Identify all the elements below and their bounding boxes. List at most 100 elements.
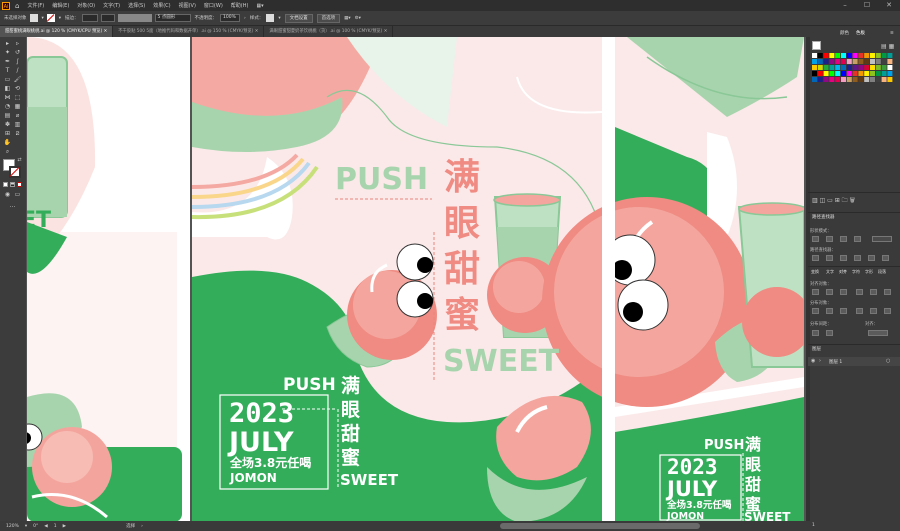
color-swatch[interactable]	[887, 53, 893, 58]
color-swatch[interactable]	[870, 71, 875, 76]
color-swatch[interactable]	[881, 77, 887, 82]
color-swatch[interactable]	[823, 53, 829, 58]
pen-tool-icon[interactable]: ✒	[3, 57, 12, 66]
color-swatch[interactable]	[841, 77, 846, 82]
color-swatch[interactable]	[835, 59, 841, 64]
color-swatch[interactable]	[841, 65, 846, 70]
panel-menu-icon[interactable]: ≡	[890, 30, 894, 38]
align-vcenter-button[interactable]	[870, 289, 877, 295]
color-swatch[interactable]	[817, 77, 823, 82]
color-swatch[interactable]	[858, 65, 864, 70]
fill-swatch[interactable]	[29, 14, 38, 22]
color-swatch[interactable]	[846, 53, 852, 58]
tab-doc-1[interactable]: 甜甜蜜桃满眼桃桃.ai @ 120 % (CMYK/CPU 预览) ✕	[0, 26, 114, 37]
align-hcenter-button[interactable]	[826, 289, 833, 295]
stroke-weight-input[interactable]	[81, 14, 98, 22]
eyedropper-tool-icon[interactable]: ⌀	[13, 111, 22, 120]
unite-button[interactable]	[812, 236, 819, 242]
selection-tool-icon[interactable]: ▸	[3, 39, 12, 48]
distribute-left-button[interactable]	[856, 308, 863, 314]
color-swatch[interactable]	[846, 59, 852, 64]
color-swatch[interactable]	[841, 53, 846, 58]
panel-tab-paragraph[interactable]: 段落	[878, 268, 886, 276]
perspective-grid-tool-icon[interactable]: ▦	[13, 102, 22, 111]
color-swatch[interactable]	[864, 65, 870, 70]
chevron-down-icon[interactable]: ▾	[25, 524, 27, 529]
color-mode-icon[interactable]	[3, 182, 8, 187]
tab-doc-3[interactable]: 满眼甜蜜甜夏奶茶饮桃桃（货）.ai @ 100 % (CMYK/预览) ✕	[264, 26, 394, 37]
menu-edit[interactable]: 编辑(E)	[52, 2, 69, 9]
color-swatch[interactable]	[846, 65, 852, 70]
color-swatch[interactable]	[852, 77, 858, 82]
distribute-bottom-button[interactable]	[840, 308, 847, 314]
color-swatch[interactable]	[875, 59, 881, 64]
color-swatch[interactable]	[864, 53, 870, 58]
color-swatch[interactable]	[864, 59, 870, 64]
panel-tab-swatches[interactable]: 色板	[856, 30, 865, 38]
merge-button[interactable]	[840, 255, 847, 261]
exclude-button[interactable]	[854, 236, 861, 242]
color-swatch[interactable]	[823, 65, 829, 70]
color-swatch[interactable]	[858, 77, 864, 82]
none-mode-icon[interactable]	[17, 182, 22, 187]
type-tool-icon[interactable]: T	[3, 66, 12, 75]
expand-button[interactable]	[872, 236, 892, 242]
panel-tab-transform[interactable]: 变换	[811, 268, 819, 276]
color-swatch[interactable]	[835, 65, 841, 70]
color-swatch[interactable]	[817, 65, 823, 70]
menu-file[interactable]: 文件(F)	[27, 2, 44, 9]
distribute-top-button[interactable]	[812, 308, 819, 314]
layer-name[interactable]: 图层 1	[829, 359, 842, 365]
color-swatch[interactable]	[829, 53, 835, 58]
color-swatch[interactable]	[881, 53, 887, 58]
color-swatch[interactable]	[835, 71, 841, 76]
color-swatch[interactable]	[887, 71, 893, 76]
swap-fill-stroke-icon[interactable]: ⇄	[15, 156, 24, 165]
color-swatch[interactable]	[875, 65, 881, 70]
transform-icon[interactable]: ⚙▾	[355, 16, 361, 21]
rotation-angle[interactable]: 0°	[33, 524, 38, 529]
color-swatch[interactable]	[835, 53, 841, 58]
artboard-nav-icon[interactable]: ◀	[44, 524, 47, 529]
panel-tab-glyphs[interactable]: 字形	[865, 268, 873, 276]
color-swatch[interactable]	[881, 65, 887, 70]
layout-switcher-icon[interactable]: ▦▾	[256, 3, 263, 9]
zoom-level[interactable]: 120%	[6, 524, 19, 529]
color-swatch[interactable]	[875, 71, 881, 76]
color-swatch[interactable]	[870, 65, 875, 70]
trim-button[interactable]	[826, 255, 833, 261]
visibility-eye-icon[interactable]: ◉	[811, 358, 815, 364]
chevron-down-icon[interactable]: ▾	[278, 16, 280, 21]
panel-tab-color[interactable]: 颜色	[840, 30, 849, 38]
menu-type[interactable]: 文字(T)	[103, 2, 120, 9]
align-to-select[interactable]	[868, 330, 888, 336]
crop-button[interactable]	[854, 255, 861, 261]
color-swatch[interactable]	[881, 59, 887, 64]
draw-mode-icon[interactable]: ◉	[3, 190, 12, 199]
color-swatch[interactable]	[846, 71, 852, 76]
color-swatch[interactable]	[881, 71, 887, 76]
color-swatch[interactable]	[858, 71, 864, 76]
symbol-sprayer-tool-icon[interactable]: ✽	[3, 120, 12, 129]
magic-wand-tool-icon[interactable]: ✦	[3, 48, 12, 57]
home-icon[interactable]: ⌂	[15, 2, 19, 10]
color-swatch[interactable]	[864, 71, 870, 76]
distribute-hspace-button[interactable]	[826, 330, 833, 336]
color-swatch[interactable]	[864, 77, 870, 82]
hand-tool-icon[interactable]: ✋	[3, 138, 12, 147]
color-swatch[interactable]	[823, 77, 829, 82]
panel-tab-type[interactable]: 文字	[826, 268, 834, 276]
color-swatch[interactable]	[823, 71, 829, 76]
color-swatch[interactable]	[852, 65, 858, 70]
color-swatch[interactable]	[841, 71, 846, 76]
color-swatch[interactable]	[875, 53, 881, 58]
panel-tab-character[interactable]: 字符	[852, 268, 860, 276]
align-bottom-button[interactable]	[884, 289, 891, 295]
color-swatch[interactable]	[887, 65, 893, 70]
artboard-next-icon[interactable]: ▶	[63, 524, 66, 529]
horizontal-scrollbar[interactable]	[500, 523, 700, 529]
color-swatch[interactable]	[841, 59, 846, 64]
arrange-documents-icon[interactable]: ▦▾	[344, 16, 351, 21]
color-swatch[interactable]	[829, 65, 835, 70]
gradient-tool-icon[interactable]: ▤	[3, 111, 12, 120]
